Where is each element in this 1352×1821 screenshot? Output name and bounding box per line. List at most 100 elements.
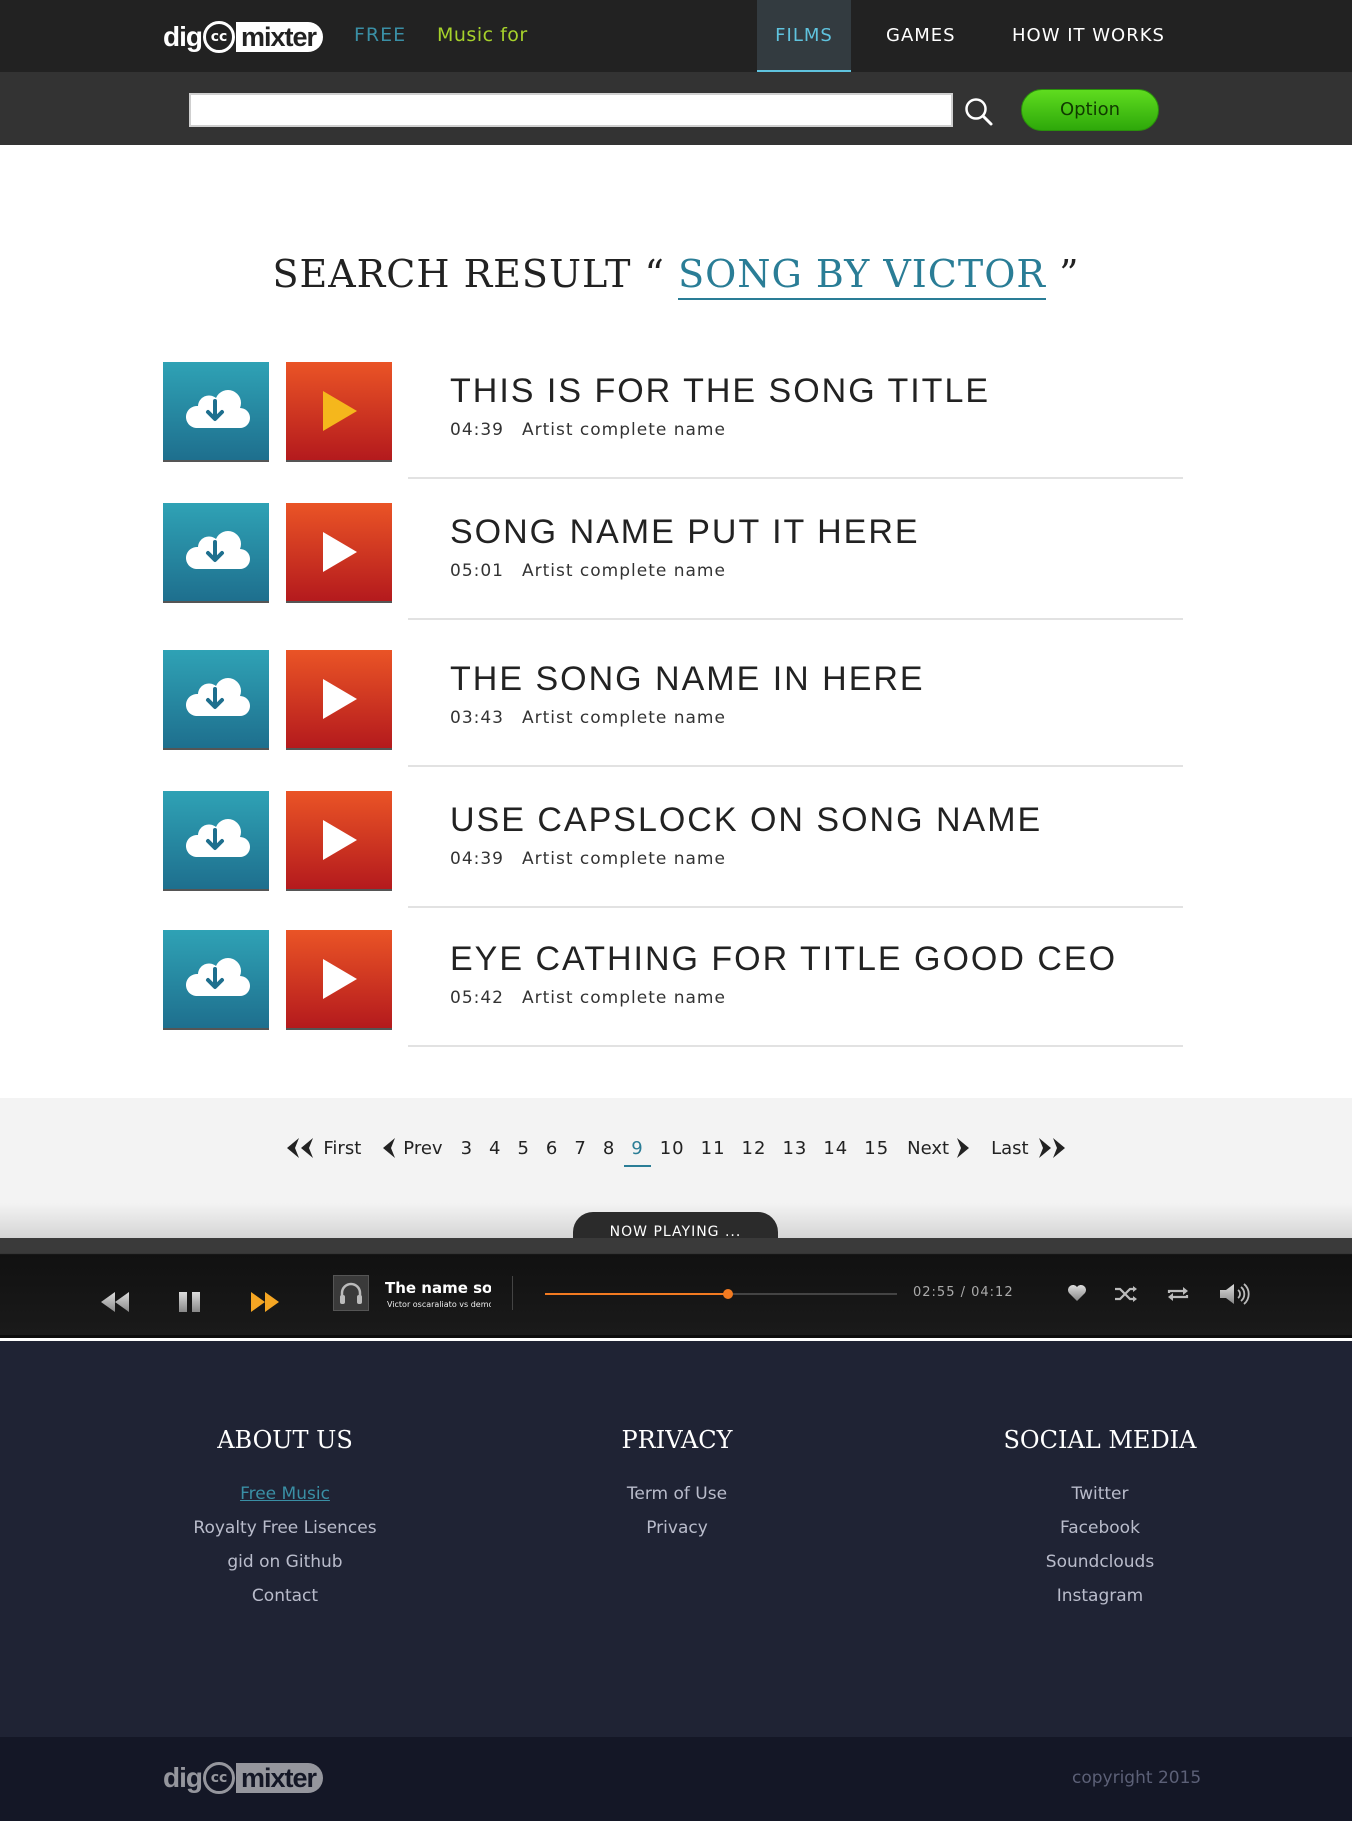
nav-games[interactable]: GAMES	[886, 0, 956, 72]
play-icon	[323, 391, 357, 431]
footer-link-facebook[interactable]: Facebook	[970, 1518, 1230, 1538]
heart-icon[interactable]	[1067, 1284, 1087, 1302]
page-link[interactable]: 9	[624, 1138, 652, 1167]
download-button[interactable]	[163, 650, 269, 748]
last-page-link[interactable]: Last	[991, 1137, 1067, 1159]
nav-how-it-works-label: HOW IT WORKS	[1012, 25, 1165, 46]
page-link[interactable]: 7	[574, 1138, 586, 1159]
play-button[interactable]	[286, 503, 392, 601]
song-row: SONG NAME PUT IT HERE 05:01 Artist comple…	[163, 503, 1183, 643]
page-numbers: 3 4 5 6 7 8 9 10 11 12 13 14 15	[453, 1138, 898, 1167]
song-title[interactable]: THIS IS FOR THE SONG TITLE	[450, 372, 990, 411]
footer-link-instagram[interactable]: Instagram	[970, 1586, 1230, 1606]
result-query[interactable]: SONG BY VICTOR	[678, 252, 1046, 300]
footer-link-twitter[interactable]: Twitter	[970, 1484, 1230, 1504]
page-link[interactable]: 4	[489, 1138, 501, 1159]
row-divider	[408, 1045, 1183, 1047]
page-link[interactable]: 10	[660, 1138, 685, 1159]
pause-icon[interactable]	[177, 1291, 203, 1313]
nav-films[interactable]: FILMS	[757, 0, 851, 80]
nav-games-label: GAMES	[886, 25, 956, 46]
footer: ABOUT US Free Music Royalty Free Lisence…	[0, 1341, 1352, 1737]
song-artist[interactable]: Artist complete name	[522, 849, 726, 869]
tagline-music: Music for	[437, 24, 528, 46]
player-artist: Victor oscaraliato vs demo	[387, 1300, 491, 1309]
shuffle-icon[interactable]	[1114, 1285, 1138, 1303]
page-link[interactable]: 11	[701, 1138, 726, 1159]
chevron-right-icon	[957, 1138, 970, 1158]
footer-about-column: ABOUT US Free Music Royalty Free Lisence…	[155, 1426, 415, 1620]
song-meta: 05:01 Artist complete name	[450, 561, 726, 581]
song-artist[interactable]: Artist complete name	[522, 561, 726, 581]
footer-logo[interactable]: dig cc mixter	[163, 1760, 324, 1796]
page-link[interactable]: 6	[546, 1138, 558, 1159]
footer-link-soundcloud[interactable]: Soundclouds	[970, 1552, 1230, 1572]
footer-link-contact[interactable]: Contact	[155, 1586, 415, 1606]
page-link[interactable]: 3	[461, 1138, 473, 1159]
song-title[interactable]: EYE CATHING FOR TITLE GOOD CEO	[450, 940, 1117, 979]
footer-logo-part-dig: dig	[163, 1762, 203, 1793]
footer-link-privacy[interactable]: Privacy	[547, 1518, 807, 1538]
row-divider	[408, 618, 1183, 620]
play-button[interactable]	[286, 650, 392, 748]
rewind-icon[interactable]	[100, 1292, 130, 1312]
song-meta: 04:39 Artist complete name	[450, 849, 726, 869]
page-link[interactable]: 5	[517, 1138, 529, 1159]
option-button[interactable]: Option	[1021, 89, 1159, 131]
download-button[interactable]	[163, 791, 269, 889]
play-button[interactable]	[286, 930, 392, 1028]
progress-handle[interactable]	[723, 1289, 734, 1299]
audio-player: The name song Victor oscaraliato vs demo…	[0, 1238, 1352, 1338]
first-page-link[interactable]: First	[285, 1137, 361, 1159]
footer-privacy-column: PRIVACY Term of Use Privacy	[547, 1426, 807, 1552]
song-artist[interactable]: Artist complete name	[522, 708, 726, 728]
footer-link-free-music[interactable]: Free Music	[155, 1484, 415, 1504]
page-link[interactable]: 13	[782, 1138, 807, 1159]
headphones-icon	[340, 1282, 362, 1304]
song-artist[interactable]: Artist complete name	[522, 988, 726, 1008]
search-bar: Option	[0, 72, 1352, 145]
song-title[interactable]: SONG NAME PUT IT HERE	[450, 513, 920, 552]
play-icon	[323, 679, 357, 719]
song-title[interactable]: THE SONG NAME IN HERE	[450, 660, 925, 699]
download-button[interactable]	[163, 503, 269, 601]
song-row: THE SONG NAME IN HERE 03:43 Artist comple…	[163, 650, 1183, 790]
song-artist[interactable]: Artist complete name	[522, 420, 726, 440]
footer-link-terms[interactable]: Term of Use	[547, 1484, 807, 1504]
footer-social-title: SOCIAL MEDIA	[1003, 1426, 1197, 1454]
song-meta: 04:39 Artist complete name	[450, 420, 726, 440]
song-meta: 03:43 Artist complete name	[450, 708, 726, 728]
footer-link-royalty[interactable]: Royalty Free Lisences	[155, 1518, 415, 1538]
download-button[interactable]	[163, 930, 269, 1028]
search-icon[interactable]	[963, 96, 995, 128]
song-title[interactable]: USE CAPSLOCK ON SONG NAME	[450, 801, 1042, 840]
cloud-download-icon	[185, 531, 250, 569]
site-logo[interactable]: dig cc mixter	[163, 19, 324, 55]
next-page-link[interactable]: Next	[907, 1137, 971, 1159]
page-link[interactable]: 8	[603, 1138, 615, 1159]
footer-social-column: SOCIAL MEDIA Twitter Facebook Soundcloud…	[970, 1426, 1230, 1620]
copyright: copyright 2015	[1072, 1768, 1202, 1788]
play-button[interactable]	[286, 362, 392, 460]
prev-page-link[interactable]: Prev	[381, 1137, 443, 1159]
row-divider	[408, 906, 1183, 908]
song-row: EYE CATHING FOR TITLE GOOD CEO 05:42 Arti…	[163, 930, 1183, 1070]
song-duration: 03:43	[450, 708, 504, 728]
pagination: First Prev 3 4 5 6 7 8 9 10 11 12 13 14 15 Next Last	[0, 1137, 1352, 1167]
volume-icon[interactable]	[1218, 1282, 1252, 1306]
footer-about-title: ABOUT US	[217, 1426, 353, 1454]
nav-how-it-works[interactable]: HOW IT WORKS	[1012, 0, 1165, 72]
repeat-icon[interactable]	[1166, 1285, 1190, 1303]
song-row: USE CAPSLOCK ON SONG NAME 04:39 Artist co…	[163, 791, 1183, 931]
last-label: Last	[991, 1137, 1029, 1159]
page-link[interactable]: 15	[864, 1138, 889, 1159]
fast-forward-icon[interactable]	[250, 1292, 280, 1312]
play-button[interactable]	[286, 791, 392, 889]
search-input[interactable]	[189, 93, 953, 127]
download-button[interactable]	[163, 362, 269, 460]
play-icon	[323, 959, 357, 999]
progress-bar[interactable]	[545, 1289, 897, 1299]
footer-link-github[interactable]: gid on Github	[155, 1552, 415, 1572]
page-link[interactable]: 14	[823, 1138, 848, 1159]
page-link[interactable]: 12	[742, 1138, 767, 1159]
